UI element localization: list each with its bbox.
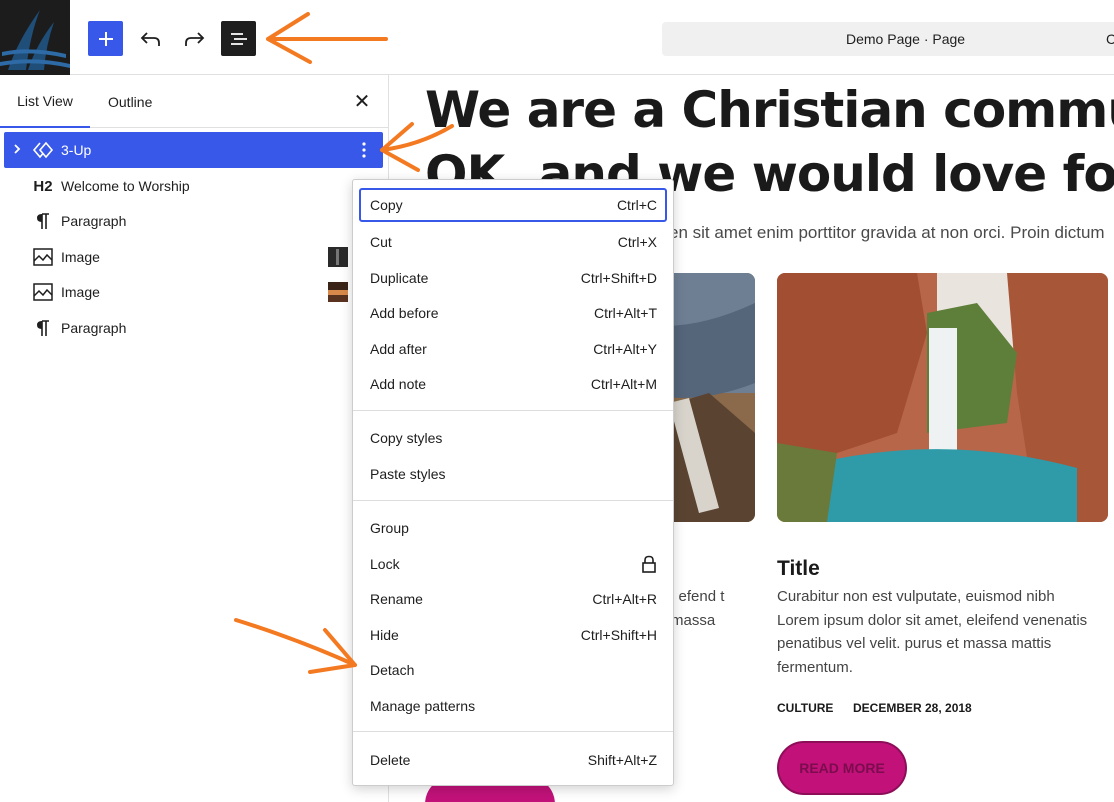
document-title: Demo Page · Page [846,31,966,47]
card-category[interactable]: CULTURE [777,701,833,715]
menu-item-copy-styles[interactable]: Copy styles [359,421,667,455]
more-options-icon[interactable] [354,140,374,160]
close-icon[interactable]: ✕ [351,91,373,113]
list-view-sidebar: List View Outline ✕ 3-Up H2 Welcome to W… [0,75,389,802]
menu-item-label: Copy [370,197,403,213]
list-view-item-paragraph[interactable]: Paragraph [4,310,383,346]
redo-icon [184,31,204,46]
menu-item-shortcut: Ctrl+Alt+M [590,376,657,392]
card-excerpt-partial[interactable]: l efend t massa [671,585,751,632]
menu-item-label: Lock [370,556,400,572]
image-icon [32,282,54,302]
command-shortcut-hint: C [1106,31,1114,47]
pattern-icon [32,140,54,160]
document-title-bar[interactable]: Demo Page · Page C [662,22,1114,56]
paragraph-icon [32,318,54,338]
menu-separator [353,410,673,411]
menu-item-hide[interactable]: Hide Ctrl+Shift+H [359,618,667,652]
menu-item-label: Add before [370,305,439,321]
menu-item-rename[interactable]: Rename Ctrl+Alt+R [359,582,667,616]
read-more-button[interactable]: READ MORE [777,741,907,795]
menu-item-label: Add after [370,341,427,357]
list-view-item-paragraph[interactable]: Paragraph [4,203,383,239]
menu-item-label: Hide [370,627,399,643]
menu-item-label: Manage patterns [370,698,476,714]
block-options-menu: Copy Ctrl+C Cut Ctrl+X Duplicate Ctrl+Sh… [352,179,674,786]
menu-item-manage-patterns[interactable]: Manage patterns [359,689,667,723]
menu-item-label: Delete [370,752,411,768]
menu-item-shortcut: Shift+Alt+Z [587,752,657,768]
tab-list-view[interactable]: List View [0,75,90,128]
menu-item-duplicate[interactable]: Duplicate Ctrl+Shift+D [359,261,667,295]
card-image-waterfall[interactable] [777,273,1108,522]
list-view-item-label: 3-Up [61,142,92,158]
menu-item-shortcut: Ctrl+Alt+T [593,305,657,321]
tab-outline[interactable]: Outline [108,75,152,128]
menu-item-label: Paste styles [370,466,446,482]
logo-icon [0,0,70,75]
plus-icon [98,31,113,46]
menu-item-shortcut: Ctrl+Shift+H [580,627,657,643]
undo-icon [140,31,160,46]
menu-item-add-before[interactable]: Add before Ctrl+Alt+T [359,296,667,330]
menu-item-label: Duplicate [370,270,429,286]
menu-item-group[interactable]: Group [359,511,667,545]
lock-icon [642,555,656,573]
hero-subtext[interactable]: en sit amet enim porttitor gravida at no… [669,223,1105,243]
menu-item-paste-styles[interactable]: Paste styles [359,457,667,491]
menu-item-detach[interactable]: Detach [359,653,667,687]
card-date[interactable]: DECEMBER 28, 2018 [853,701,972,715]
undo-button[interactable] [133,21,168,56]
hero-heading-line-1[interactable]: We are a Christian community [425,77,1114,143]
menu-item-shortcut: Ctrl+Alt+R [592,591,657,607]
menu-item-add-after[interactable]: Add after Ctrl+Alt+Y [359,332,667,366]
menu-separator [353,500,673,501]
image-thumbnail [328,247,348,267]
list-view-item-label: Welcome to Worship [61,178,190,194]
list-view-item-label: Image [61,249,100,265]
menu-item-label: Add note [370,376,427,392]
list-view-item-label: Image [61,284,100,300]
paragraph-icon [32,211,54,231]
add-block-button[interactable] [88,21,123,56]
sidebar-tabs: List View Outline ✕ [0,75,389,128]
heading-icon: H2 [33,177,53,195]
card-title[interactable]: Title [777,557,820,581]
image-icon [32,247,54,267]
list-view-item-label: Paragraph [61,320,127,336]
menu-item-shortcut: Ctrl+Alt+Y [593,341,657,357]
menu-item-copy[interactable]: Copy Ctrl+C [359,188,667,222]
menu-separator [353,731,673,732]
menu-item-lock[interactable]: Lock [359,547,667,581]
menu-item-cut[interactable]: Cut Ctrl+X [359,225,667,259]
document-overview-button[interactable] [221,21,256,56]
list-view-item-image[interactable]: Image [4,274,383,310]
redo-button[interactable] [176,21,211,56]
list-view-item-image[interactable]: Image [4,239,383,275]
menu-item-label: Detach [370,662,415,678]
list-view-icon [230,32,247,45]
menu-item-label: Group [370,520,409,536]
menu-item-delete[interactable]: Delete Shift+Alt+Z [359,743,667,777]
list-view-item-3-up[interactable]: 3-Up [4,132,383,168]
menu-item-label: Cut [370,234,392,250]
menu-item-label: Rename [370,591,423,607]
menu-item-add-note[interactable]: Add note Ctrl+Alt+M [359,367,667,401]
chevron-right-icon[interactable] [12,143,22,155]
list-view-item-label: Paragraph [61,213,127,229]
list-view-item-heading[interactable]: H2 Welcome to Worship [4,168,383,204]
site-logo[interactable] [0,0,70,75]
menu-item-label: Copy styles [370,430,443,446]
menu-item-shortcut: Ctrl+Shift+D [580,270,657,286]
top-toolbar: Demo Page · Page C [0,0,1114,75]
card-excerpt[interactable]: Curabitur non est vulputate, euismod nib… [777,585,1097,679]
image-thumbnail [328,282,348,302]
menu-item-shortcut: Ctrl+C [616,197,657,213]
menu-item-shortcut: Ctrl+X [617,234,657,250]
